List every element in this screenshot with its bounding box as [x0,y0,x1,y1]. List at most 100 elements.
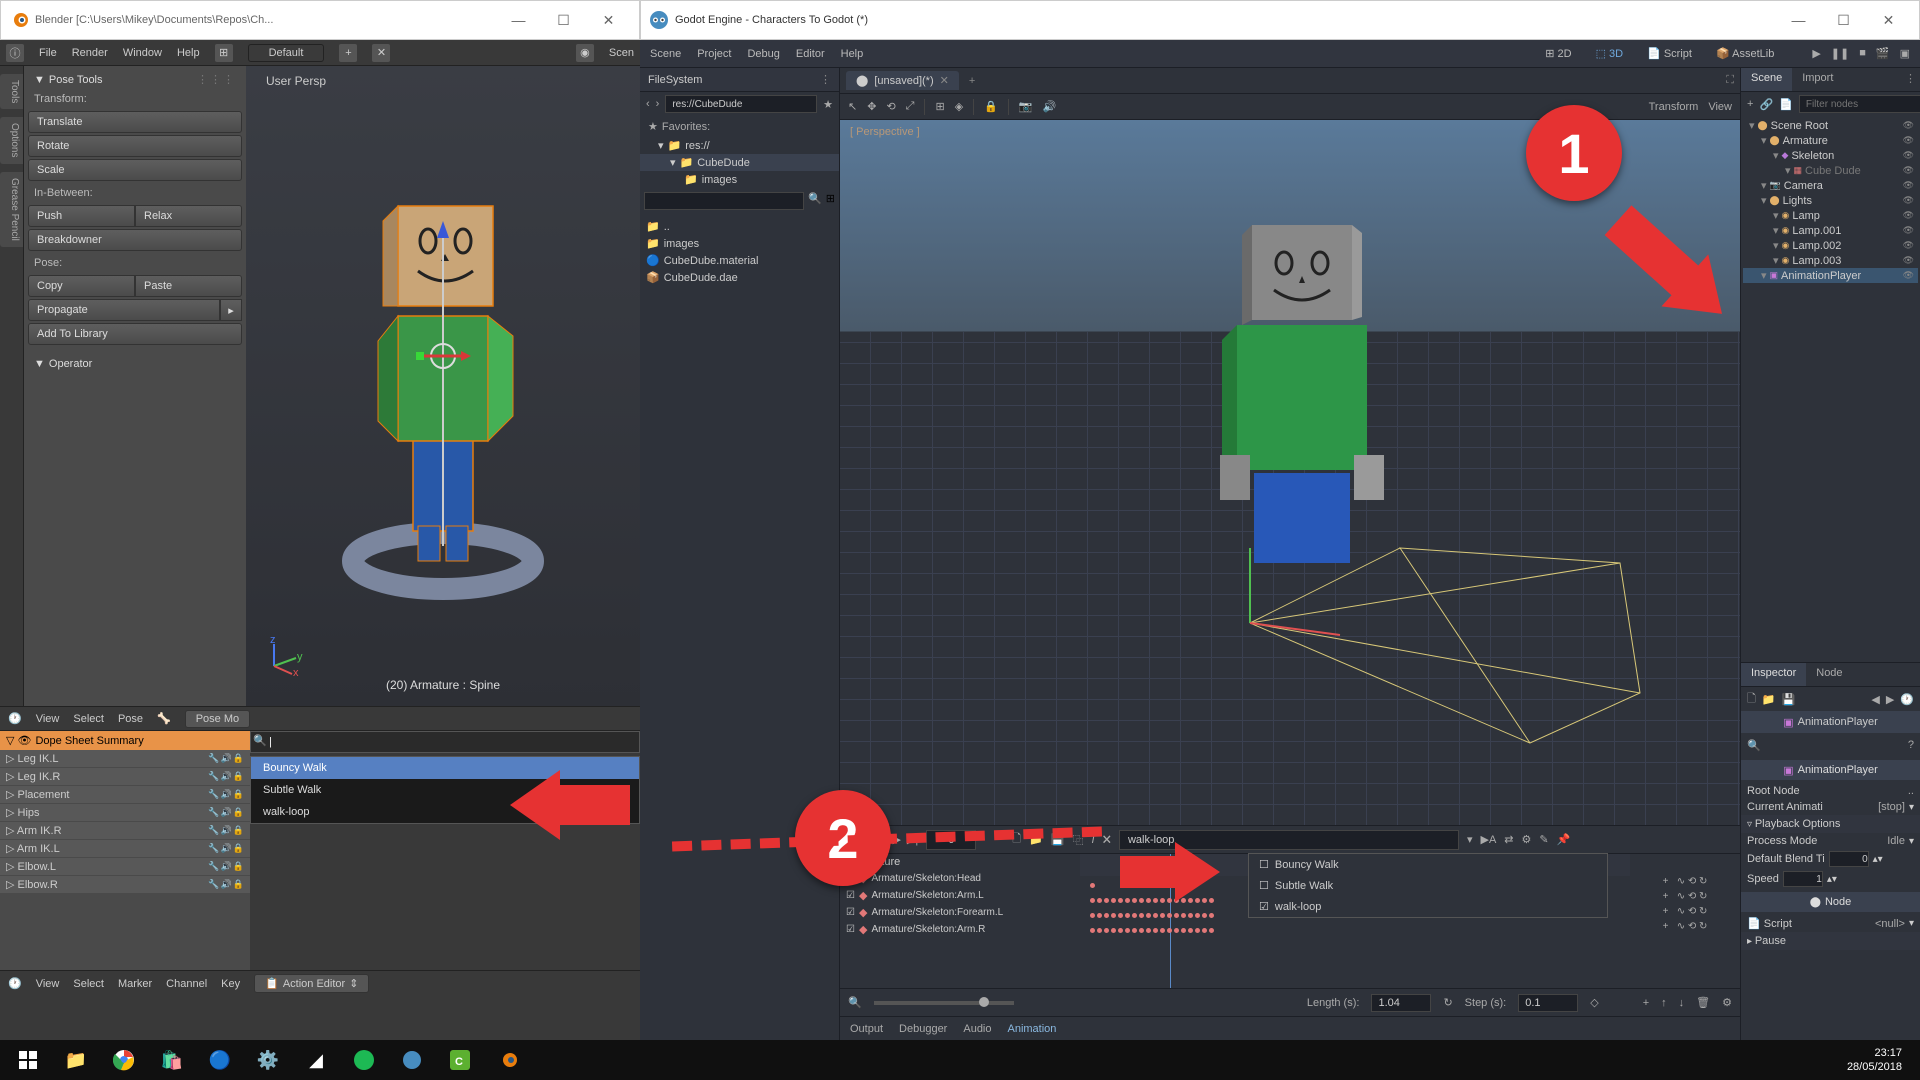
propagate-dropdown-icon[interactable]: ▸ [220,299,242,321]
camera-icon[interactable]: 📷 [1019,100,1033,113]
app-icon[interactable]: ◢ [292,1040,340,1080]
godot-titlebar[interactable]: Godot Engine - Characters To Godot (*) —… [640,0,1920,40]
anim-dropdown-icon[interactable]: ▾ [1467,833,1473,846]
ds-select2[interactable]: Select [73,978,104,990]
history-icon[interactable]: 🕐 [1900,693,1914,706]
scale-tool-icon[interactable]: ⤢ [906,100,915,113]
system-clock[interactable]: 23:1728/05/2018 [1847,1046,1916,1075]
track-tools-icon[interactable]: ⚙ [1722,996,1732,1009]
select-tool-icon[interactable]: ↖ [848,100,857,113]
transform-menu[interactable]: Transform [1649,101,1699,113]
scene-icon[interactable]: ◉ [576,44,594,62]
favorite-icon[interactable]: ★ [823,98,833,111]
menu-file[interactable]: File [39,47,57,59]
edit-icon[interactable]: ✎ [1539,833,1548,846]
mode-script[interactable]: 📄 Script [1641,45,1698,62]
close-button[interactable]: ✕ [586,5,631,35]
inspector-tab[interactable]: Inspector [1741,663,1806,686]
play-scene-icon[interactable]: 🎬 [1876,47,1890,60]
current-anim-value[interactable]: [stop] [1878,801,1905,813]
class-header[interactable]: ▣ AnimationPlayer [1741,760,1920,780]
snap-icon[interactable]: ⊞ [935,100,944,113]
resource-load-icon[interactable]: 📁 [1762,693,1776,706]
pin-icon[interactable]: 📌 [1557,833,1571,846]
dock-menu-icon[interactable]: ⋮ [820,73,831,86]
filter-nodes-input[interactable] [1799,95,1920,113]
autoplay-icon[interactable]: ▶A [1480,833,1496,846]
debugger-tab[interactable]: Debugger [899,1023,947,1035]
spotify-icon[interactable] [340,1040,388,1080]
editor-type-icon[interactable]: 🕐 [8,977,22,990]
scene-node[interactable]: ▾◆ Skeleton👁 [1743,148,1918,163]
add-tab-icon[interactable]: + [963,75,981,87]
menu-window[interactable]: Window [123,47,162,59]
file-material[interactable]: 🔵 CubeDube.material [646,254,833,267]
del-anim-icon[interactable]: 🗙 [1103,830,1111,849]
blend-time-input[interactable] [1829,851,1869,867]
file-up[interactable]: 📁 .. [646,220,833,233]
menu-help[interactable]: Help [177,47,200,59]
add-track-icon[interactable]: + [1643,997,1649,1009]
ds-view[interactable]: View [36,713,60,725]
script-icon[interactable]: 📄 [1779,98,1793,111]
tool-icon[interactable]: ⚙ [1522,833,1532,846]
chrome-icon[interactable] [100,1040,148,1080]
scene-tab[interactable]: ⬤ [unsaved](*) ✕ [846,71,959,90]
dopesheet-channel[interactable]: ▷ Leg IK.R🔧🔊🔒 [0,768,250,786]
back-icon[interactable]: ‹ [646,98,650,110]
blend-icon[interactable]: ⇄ [1504,833,1513,846]
scene-node[interactable]: ▾⬤ Armature👁 [1743,133,1918,148]
output-tab[interactable]: Output [850,1023,883,1035]
translate-button[interactable]: Translate [28,111,242,133]
dopesheet-channel[interactable]: ▷ Elbow.R🔧🔊🔒 [0,876,250,894]
file-images[interactable]: 📁 images [646,237,833,250]
scene-node[interactable]: ▾📷 Camera👁 [1743,178,1918,193]
stop-icon[interactable]: ■ [1859,47,1866,60]
ds-marker[interactable]: Marker [118,978,152,990]
zoom-out-icon[interactable]: 🔍 [848,996,862,1009]
menu-editor[interactable]: Editor [796,48,825,60]
propagate-button[interactable]: Propagate [28,299,220,321]
lock-icon[interactable]: 🔒 [984,100,998,113]
import-dock-tab[interactable]: Import [1792,68,1843,91]
maximize-button[interactable]: ☐ [1821,5,1866,35]
animation-track[interactable]: ☑ ◆ Armature/Skeleton:Arm.L [840,887,1080,904]
track-controls[interactable]: + ∿ ⟲ ↻ [1630,904,1740,919]
editor-type-icon[interactable]: 🕐 [8,712,22,725]
operator-header[interactable]: ▼ Operator [28,355,242,373]
close-tab-icon[interactable]: ✕ [940,74,949,87]
mode-3d[interactable]: ⬚ 3D [1590,45,1630,62]
maximize-button[interactable]: ☐ [541,5,586,35]
local-icon[interactable]: ◈ [955,100,963,113]
remove-layout-icon[interactable]: ✕ [372,44,390,62]
blender-taskbar-icon[interactable] [484,1040,532,1080]
pause-icon[interactable]: ❚❚ [1831,47,1849,60]
playback-section[interactable]: ▿ Playback Options [1741,815,1920,833]
mode-assetlib[interactable]: 📦 AssetLib [1710,45,1780,62]
scene-node[interactable]: ▾⬤ Scene Root👁 [1743,118,1918,133]
forward-icon[interactable]: › [656,98,660,110]
resource-new-icon[interactable]: 🗋 [1747,690,1756,709]
dopesheet-channel[interactable]: ▷ Leg IK.L🔧🔊🔒 [0,750,250,768]
file-explorer-icon[interactable]: 📁 [52,1040,100,1080]
dopesheet-channel[interactable]: ▷ Elbow.L🔧🔊🔒 [0,858,250,876]
resource-save-icon[interactable]: 💾 [1782,693,1796,706]
animation-track[interactable]: ☑ ◆ Armature/Skeleton:Forearm.L [840,904,1080,921]
file-dae[interactable]: 📦 CubeDude.dae [646,271,833,284]
ds-channel[interactable]: Channel [166,978,207,990]
action-search-input[interactable] [250,731,640,753]
snap-icon[interactable]: ◇ [1590,996,1598,1009]
rotate-button[interactable]: Rotate [28,135,242,157]
pose-mode-dropdown[interactable]: Pose Mo [185,710,250,728]
mode-2d[interactable]: ⊞ 2D [1539,45,1577,62]
app-icon[interactable]: 🔵 [196,1040,244,1080]
blender-titlebar[interactable]: Blender [C:\Users\Mikey\Documents\Repos\… [0,0,640,40]
scene-node[interactable]: ▾◉ Lamp.002👁 [1743,238,1918,253]
menu-debug[interactable]: Debug [747,48,779,60]
dope-sheet-summary[interactable]: ▽ 👁 Dope Sheet Summary [0,731,250,750]
blender-3d-viewport[interactable]: User Persp [246,66,640,706]
play-custom-icon[interactable]: ▣ [1900,47,1910,60]
minimize-button[interactable]: — [1776,5,1821,35]
search-icon[interactable]: 🔍 [808,192,822,210]
tree-images[interactable]: 📁 images [640,171,839,188]
